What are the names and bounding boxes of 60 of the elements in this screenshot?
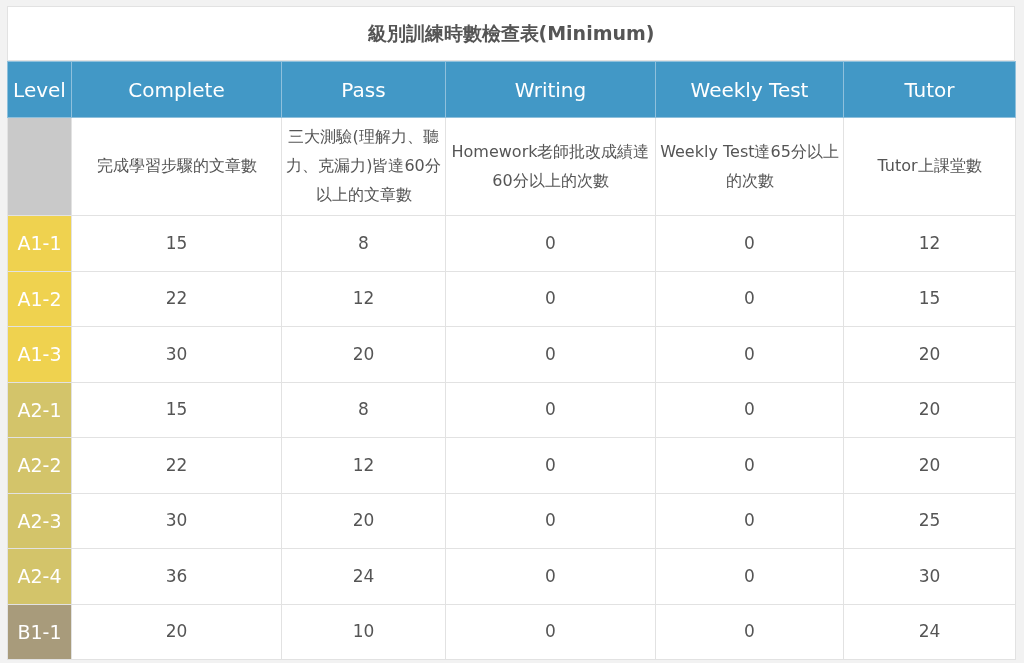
level-cell: A2-3 (7, 493, 72, 549)
table-cell: 0 (445, 437, 656, 493)
description-cell: Homework老師批改成績達60分以上的次數 (445, 117, 656, 216)
table-cell: 20 (843, 382, 1016, 438)
table-cell: 0 (445, 215, 656, 271)
column-header: Level (7, 61, 72, 118)
table-cell: 0 (655, 604, 844, 660)
table-cell: 20 (281, 326, 446, 382)
table-cell: 20 (281, 493, 446, 549)
table-cell: 0 (655, 493, 844, 549)
table-cell: 15 (71, 215, 282, 271)
description-cell: 三大測驗(理解力、聽力、克漏力)皆達60分以上的文章數 (281, 117, 446, 216)
description-cell: Weekly Test達65分以上的次數 (655, 117, 844, 216)
table-cell: 12 (281, 437, 446, 493)
table-cell: 8 (281, 382, 446, 438)
level-cell: A2-4 (7, 548, 72, 604)
table-cell: 24 (843, 604, 1016, 660)
table-cell: 10 (281, 604, 446, 660)
table-cell: 12 (281, 271, 446, 327)
table-cell: 0 (655, 437, 844, 493)
table-cell: 8 (281, 215, 446, 271)
table-cell: 0 (445, 604, 656, 660)
column-header: Weekly Test (655, 61, 844, 118)
table-cell: 20 (843, 326, 1016, 382)
table-cell: 24 (281, 548, 446, 604)
table-cell: 0 (655, 271, 844, 327)
table-cell: 30 (71, 493, 282, 549)
table-cell: 15 (71, 382, 282, 438)
table-cell: 0 (445, 271, 656, 327)
column-header: Writing (445, 61, 656, 118)
level-cell: A1-1 (7, 215, 72, 271)
table-cell: 0 (655, 548, 844, 604)
table-cell: 20 (71, 604, 282, 660)
level-cell: A1-2 (7, 271, 72, 327)
column-header: Pass (281, 61, 446, 118)
column-header: Complete (71, 61, 282, 118)
table-cell: 30 (71, 326, 282, 382)
level-cell: A2-2 (7, 437, 72, 493)
table-cell: 0 (445, 493, 656, 549)
table-cell: 0 (445, 326, 656, 382)
table-cell: 22 (71, 437, 282, 493)
table-cell: 36 (71, 548, 282, 604)
table-cell: 25 (843, 493, 1016, 549)
column-header: Tutor (843, 61, 1016, 118)
table-cell: 20 (843, 437, 1016, 493)
table-cell: 0 (445, 548, 656, 604)
table-cell: 15 (843, 271, 1016, 327)
level-cell: A1-3 (7, 326, 72, 382)
table-cell: 0 (655, 382, 844, 438)
level-cell: A2-1 (7, 382, 72, 438)
description-cell: Tutor上課堂數 (843, 117, 1016, 216)
table-cell: 0 (655, 215, 844, 271)
table-cell: 12 (843, 215, 1016, 271)
table-cell: 0 (445, 382, 656, 438)
level-cell: B1-1 (7, 604, 72, 660)
table-cell: 22 (71, 271, 282, 327)
description-cell: 完成學習步驟的文章數 (71, 117, 282, 216)
table-title: 級別訓練時數檢查表(Minimum) (7, 6, 1015, 61)
table-cell: 30 (843, 548, 1016, 604)
table-cell: 0 (655, 326, 844, 382)
